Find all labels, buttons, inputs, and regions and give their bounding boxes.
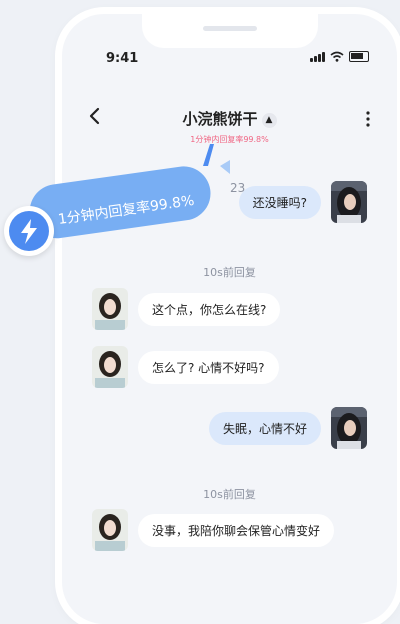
lightning-badge bbox=[4, 206, 54, 256]
dark-hair-portrait bbox=[331, 407, 367, 449]
message-bubble[interactable]: 没事，我陪你聊会保管心情变好 bbox=[138, 513, 335, 547]
girl-portrait bbox=[92, 509, 128, 551]
phone-frame: 9:41 小浣熊饼干 ▲ 1分钟内回复率99.8% 23 还没睡吗? 10s前回… bbox=[62, 14, 397, 624]
more-options-icon[interactable] bbox=[365, 110, 371, 128]
speaker-grille bbox=[203, 26, 257, 31]
wifi-icon bbox=[330, 51, 344, 62]
battery-icon bbox=[349, 51, 369, 62]
status-icons bbox=[310, 51, 369, 62]
girl-portrait bbox=[92, 346, 128, 388]
message-bubble[interactable]: 失眠，心情不好 bbox=[208, 411, 321, 445]
message-row: 没事，我陪你聊会保管心情变好 bbox=[92, 509, 344, 551]
message-bubble[interactable]: 还没睡吗? bbox=[238, 185, 321, 219]
message-row: 还没睡吗? bbox=[229, 181, 367, 223]
reply-rate-banner: 1分钟内回复率99.8% bbox=[2, 162, 214, 270]
message-bubble[interactable]: 怎么了? 心情不好吗? bbox=[138, 350, 279, 384]
reply-time-divider: 10s前回复 bbox=[203, 488, 256, 501]
message-row: 这个点，你怎么在线? bbox=[92, 288, 290, 330]
chevron-up-icon[interactable]: ▲ bbox=[261, 113, 277, 128]
my-avatar[interactable] bbox=[331, 407, 367, 449]
status-time: 9:41 bbox=[106, 51, 139, 66]
contact-name: 小浣熊饼干 bbox=[182, 110, 258, 128]
message-row: 失眠，心情不好 bbox=[199, 407, 367, 449]
callout-pointer bbox=[203, 144, 230, 174]
contact-avatar[interactable] bbox=[92, 509, 128, 551]
chat-title[interactable]: 小浣熊饼干 ▲ bbox=[62, 108, 397, 129]
cellular-signal-icon bbox=[310, 52, 325, 62]
lightning-bolt-icon bbox=[21, 219, 37, 244]
phone-notch bbox=[142, 14, 318, 48]
girl-portrait bbox=[92, 288, 128, 330]
contact-avatar[interactable] bbox=[92, 346, 128, 388]
message-bubble[interactable]: 这个点，你怎么在线? bbox=[138, 292, 281, 326]
dark-hair-portrait bbox=[331, 181, 367, 223]
my-avatar[interactable] bbox=[331, 181, 367, 223]
contact-avatar[interactable] bbox=[92, 288, 128, 330]
message-row: 怎么了? 心情不好吗? bbox=[92, 346, 289, 388]
